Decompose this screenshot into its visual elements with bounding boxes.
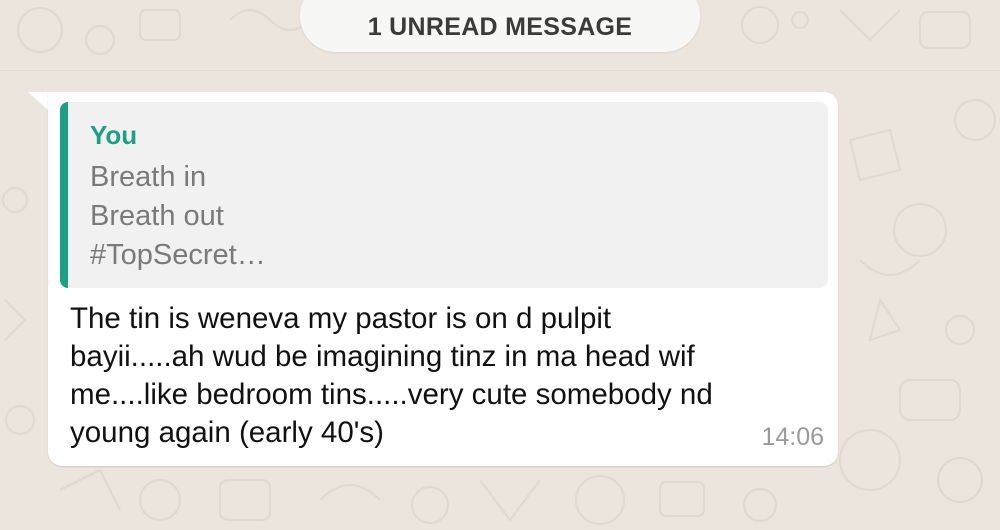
quoted-author: You <box>90 120 138 150</box>
message-timestamp: 14:06 <box>761 423 824 451</box>
incoming-message-bubble[interactable]: You Breath in Breath out #TopSecret… The… <box>48 92 838 466</box>
quote-accent-bar <box>60 102 68 288</box>
banner-divider <box>0 70 1000 71</box>
unread-count-label: 1 UNREAD MESSAGE <box>367 13 633 41</box>
message-line: The tin is weneva my pastor is on d pulp… <box>70 302 612 335</box>
unread-messages-banner: 1 UNREAD MESSAGE <box>300 0 700 52</box>
quoted-line: Breath in <box>90 161 207 193</box>
bubble-tail <box>28 92 50 112</box>
quoted-line: #TopSecret… <box>90 239 266 271</box>
message-text: The tin is weneva my pastor is on d pulp… <box>70 300 810 452</box>
message-line: bayii.....ah wud be imagining tinz in ma… <box>70 340 695 373</box>
quoted-reply[interactable]: You Breath in Breath out #TopSecret… <box>60 102 828 288</box>
chat-background: 1 UNREAD MESSAGE You Breath in Breath ou… <box>0 0 1000 530</box>
message-line: me....like bedroom tins.....very cute so… <box>70 378 713 411</box>
message-line: young again (early 40's) <box>70 416 384 449</box>
quoted-line: Breath out <box>90 200 224 232</box>
quoted-text: Breath in Breath out #TopSecret… <box>90 158 266 275</box>
